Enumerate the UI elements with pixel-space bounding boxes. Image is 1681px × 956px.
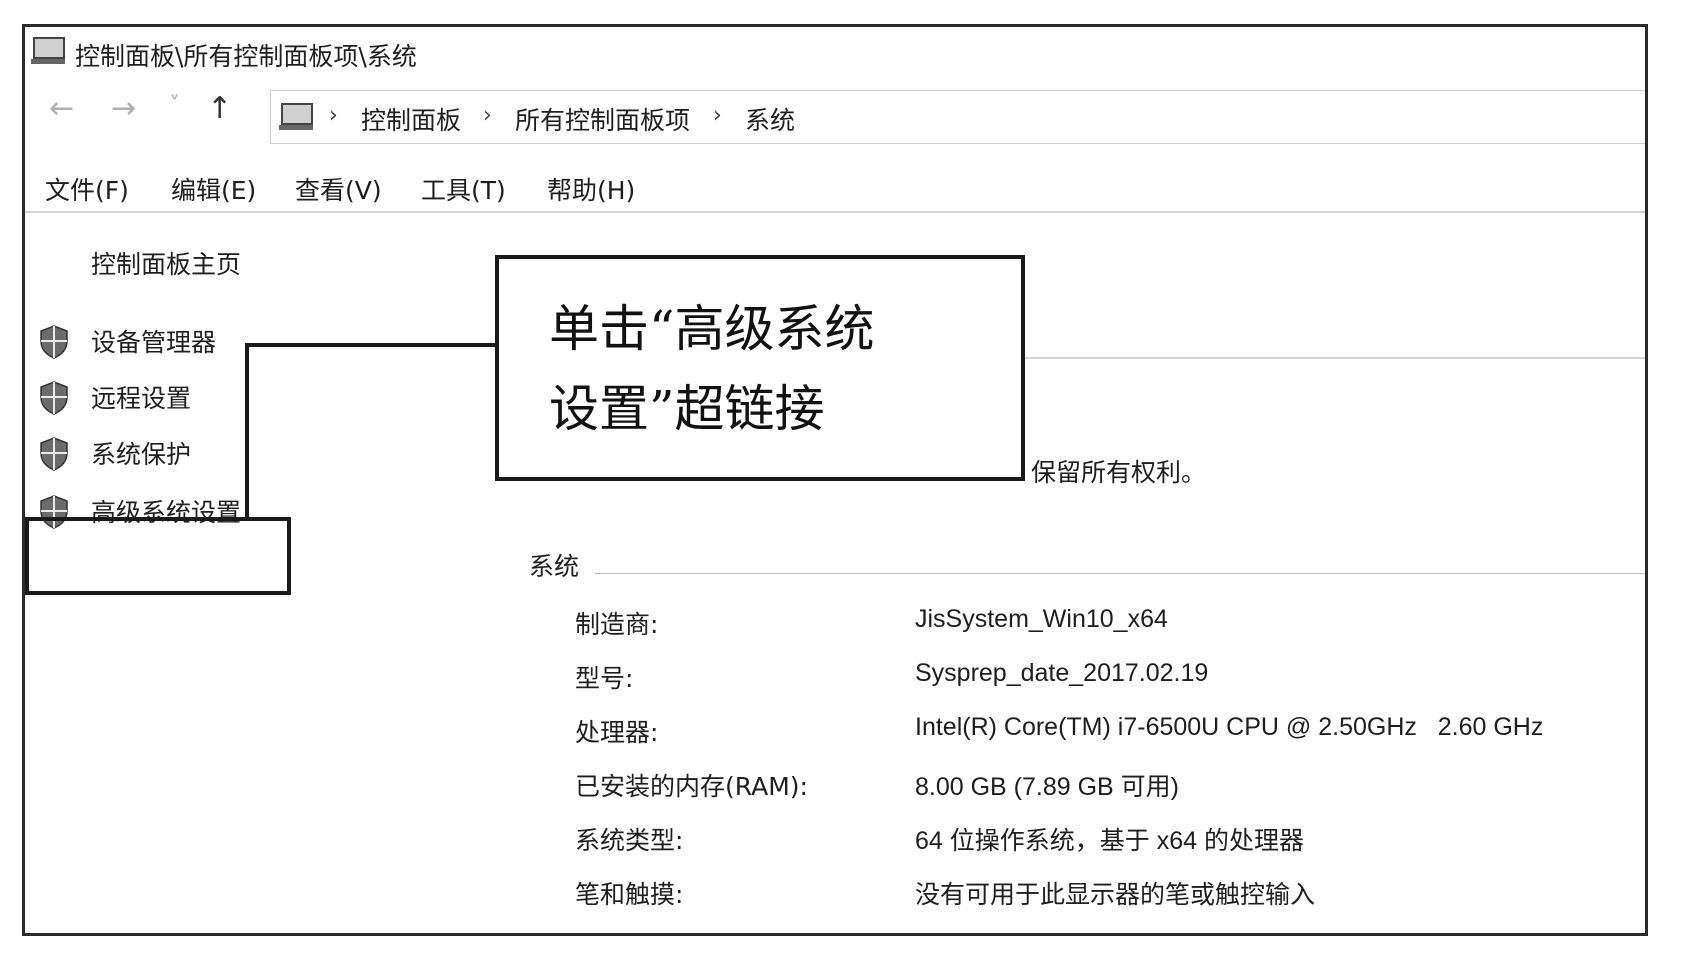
- window-title: 控制面板\所有控制面板项\系统: [75, 42, 417, 71]
- content-divider: [1021, 357, 1645, 359]
- page-background: 控制面板\所有控制面板项\系统 ← → ˅ ↑ › 控制面板 › 所有控制面板项…: [0, 0, 1681, 956]
- menu-view[interactable]: 查看(V): [295, 171, 382, 207]
- menu-edit[interactable]: 编辑(E): [171, 171, 256, 207]
- sidebar-item-device-manager[interactable]: 设备管理器: [91, 323, 216, 359]
- highlight-box: [25, 517, 291, 595]
- system-section-heading: 系统: [529, 552, 580, 581]
- copyright-text: 保留所有权利。: [1031, 458, 1207, 487]
- shield-icon: [40, 381, 68, 415]
- breadcrumb-control-panel[interactable]: 控制面板: [361, 101, 461, 137]
- computer-icon: [279, 101, 313, 131]
- pen-touch-value: 没有可用于此显示器的笔或触控输入: [915, 881, 1316, 909]
- breadcrumb-separator: ›: [329, 103, 338, 128]
- section-divider: [595, 573, 1645, 574]
- model-value: Sysprep_date_2017.02.19: [915, 659, 1209, 687]
- callout-leader: [245, 343, 497, 347]
- manufacturer-label: 制造商:: [575, 610, 659, 639]
- breadcrumb-separator: ›: [713, 103, 722, 128]
- system-type-value: 64 位操作系统，基于 x64 的处理器: [915, 827, 1304, 855]
- ram-label: 已安装的内存(RAM):: [575, 772, 808, 801]
- control-panel-window: 控制面板\所有控制面板项\系统 ← → ˅ ↑ › 控制面板 › 所有控制面板项…: [22, 24, 1648, 936]
- callout-line-2: 设置”超链接: [549, 380, 825, 438]
- breadcrumb-system[interactable]: 系统: [745, 101, 795, 137]
- annotation-callout: 单击“高级系统 设置”超链接: [495, 255, 1025, 481]
- model-label: 型号:: [575, 664, 634, 693]
- up-button[interactable]: ↑: [207, 91, 232, 126]
- recent-locations-button[interactable]: ˅: [169, 93, 180, 118]
- pen-touch-label: 笔和触摸:: [575, 880, 684, 909]
- ram-value: 8.00 GB (7.89 GB 可用): [915, 773, 1179, 801]
- shield-icon: [40, 437, 68, 471]
- sidebar-item-system-protection[interactable]: 系统保护: [91, 435, 191, 471]
- breadcrumb-separator: ›: [483, 103, 492, 128]
- processor-label: 处理器:: [575, 718, 659, 747]
- menu-tools[interactable]: 工具(T): [421, 171, 506, 207]
- processor-value: Intel(R) Core(TM) i7-6500U CPU @ 2.50GHz…: [915, 713, 1544, 741]
- callout-leader: [245, 343, 249, 521]
- forward-button[interactable]: →: [111, 91, 136, 126]
- menu-divider: [25, 211, 1645, 213]
- callout-line-1: 单击“高级系统: [549, 300, 875, 358]
- address-bar[interactable]: › 控制面板 › 所有控制面板项 › 系统: [270, 90, 1645, 144]
- manufacturer-value: JisSystem_Win10_x64: [915, 605, 1168, 633]
- back-button[interactable]: ←: [49, 91, 74, 126]
- computer-icon: [31, 35, 65, 65]
- shield-icon: [40, 325, 68, 359]
- menu-file[interactable]: 文件(F): [45, 171, 129, 207]
- breadcrumb-all-items[interactable]: 所有控制面板项: [515, 101, 690, 137]
- menu-help[interactable]: 帮助(H): [547, 171, 635, 207]
- sidebar-item-remote-settings[interactable]: 远程设置: [91, 379, 191, 415]
- system-type-label: 系统类型:: [575, 826, 684, 855]
- sidebar-home-link[interactable]: 控制面板主页: [91, 245, 241, 281]
